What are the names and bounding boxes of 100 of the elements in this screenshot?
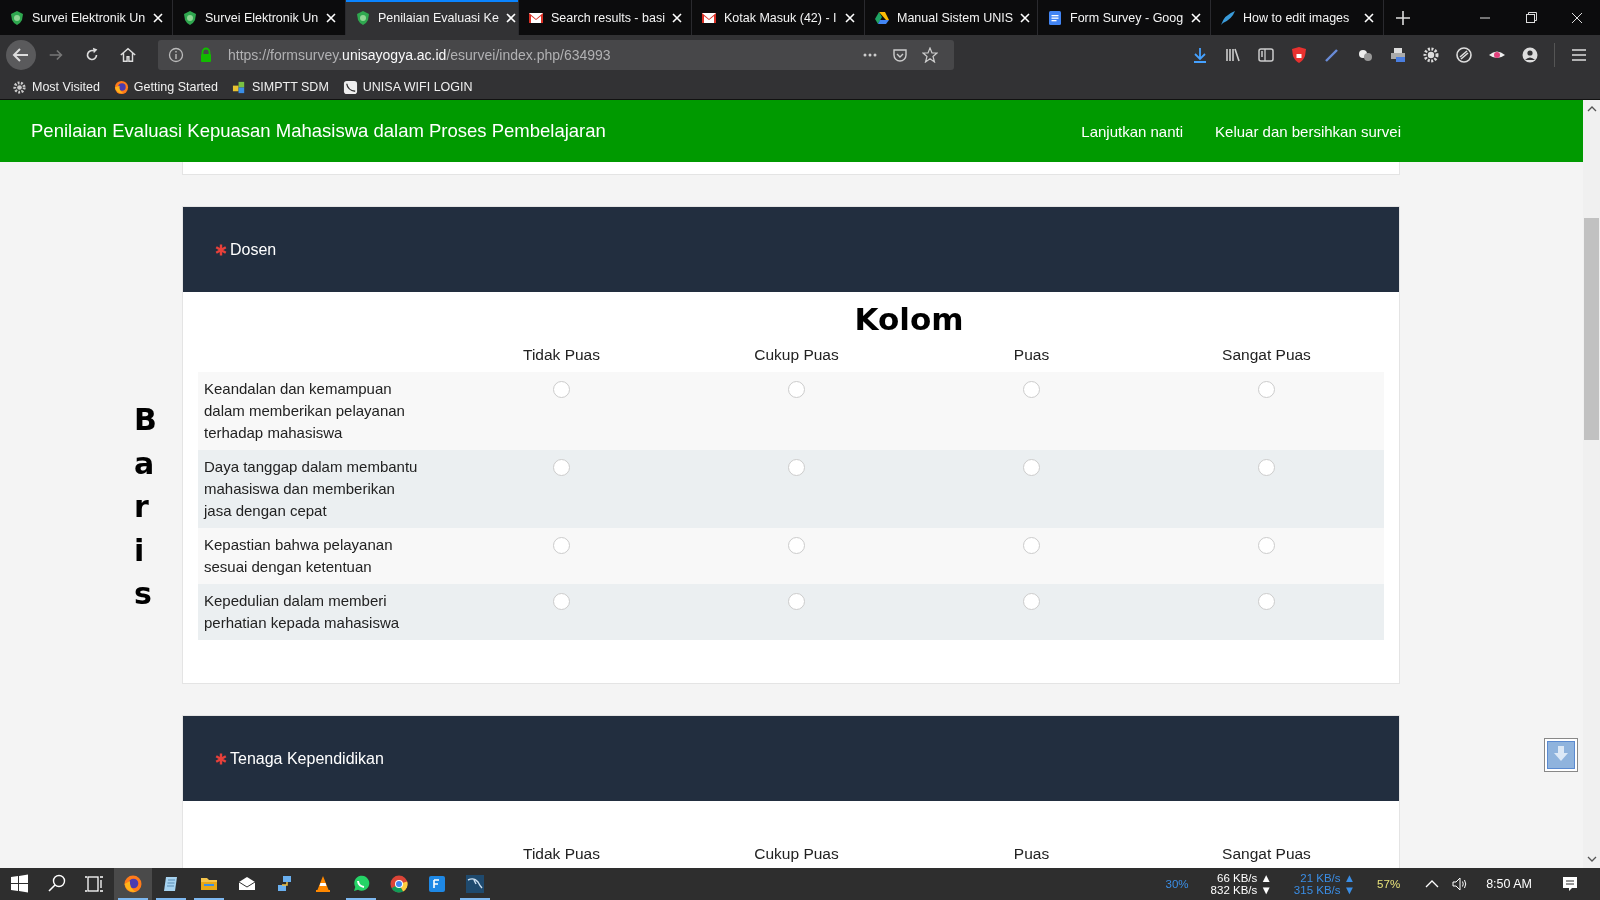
close-icon[interactable] — [153, 12, 163, 23]
close-icon[interactable] — [845, 12, 855, 23]
browser-tab[interactable]: Penilaian Evaluasi Ke — [346, 0, 519, 35]
radio-button[interactable] — [1023, 537, 1040, 554]
question-title: Tenaga Kependidikan — [230, 749, 384, 768]
radio-button[interactable] — [553, 459, 570, 476]
sidebar-icon[interactable] — [1257, 46, 1275, 64]
column-header: Tidak Puas — [522, 346, 601, 364]
puzzle-icon — [231, 79, 247, 95]
gear-icon[interactable] — [1422, 46, 1440, 64]
shield-icon — [355, 9, 371, 26]
header-link[interactable]: Keluar dan bersihkan survei — [1215, 122, 1401, 140]
shield-icon — [182, 9, 198, 26]
info-icon[interactable] — [168, 47, 184, 63]
printer-icon[interactable] — [1389, 46, 1407, 64]
lock-icon — [198, 47, 214, 63]
close-icon[interactable] — [1020, 12, 1030, 23]
close-icon[interactable] — [326, 12, 336, 23]
account-icon[interactable] — [1521, 46, 1539, 64]
radio-button[interactable] — [553, 593, 570, 610]
radio-button[interactable] — [788, 381, 805, 398]
tray-meter: 57% — [1377, 878, 1401, 890]
side-label: Baris — [134, 401, 158, 613]
scrollbar[interactable] — [1583, 100, 1600, 868]
radio-button[interactable] — [1258, 459, 1275, 476]
tray-meter: 21 KB/s ▲ 315 KB/s ▼ — [1293, 872, 1356, 896]
back-button[interactable] — [6, 40, 36, 70]
radio-button[interactable] — [1023, 459, 1040, 476]
tab-title: Manual Sistem UNIS — [897, 10, 1013, 25]
radio-button[interactable] — [1023, 593, 1040, 610]
url-text: https://formsurvey.unisayogya.ac.id/esurvei/index.php/634993 — [228, 47, 611, 63]
tray-meter: 66 KB/s ▲ 832 KB/s ▼ — [1210, 872, 1272, 896]
tab-title: Penilaian Evaluasi Ke — [378, 10, 499, 25]
column-header: Cukup Puas — [753, 346, 840, 364]
close-icon[interactable] — [505, 12, 516, 23]
column-header: Tidak Puas — [522, 845, 601, 863]
traffic-cone-icon — [313, 874, 333, 894]
survey-title: Penilaian Evaluasi Kepuasan Mahasiswa dalam Proses Pembelajaran — [31, 120, 606, 142]
clock[interactable]: 8:50 AM — [1486, 877, 1532, 891]
tray-meter: 30% — [1165, 878, 1189, 890]
radio-button[interactable] — [553, 537, 570, 554]
column-header: Cukup Puas — [753, 845, 840, 863]
tab-title: Survei Elektronik Un — [205, 10, 319, 25]
dolphin-icon — [465, 874, 485, 894]
close-icon[interactable] — [1364, 12, 1374, 23]
question-title: Dosen — [230, 240, 277, 259]
close-icon[interactable] — [1191, 12, 1201, 23]
bookmark[interactable]: SIMPTT SDM — [231, 79, 329, 95]
tab-title: How to edit images — [1243, 10, 1351, 25]
app-tile-icon — [427, 874, 447, 894]
home-icon[interactable] — [119, 46, 137, 64]
new-tab-icon[interactable] — [1396, 10, 1410, 25]
row-label: Daya tanggap dalam membantu mahasiswa dan memberikan jasa dengan cepat — [202, 457, 419, 521]
tab-title: Survei Elektronik Un — [32, 10, 146, 25]
wave-icon — [342, 79, 358, 95]
row-label: Keandalan dan kemampuan dalam memberikan pelayanan terhadap mahasiswa — [203, 379, 406, 443]
row-label: Kepastian bahwa pelayanan sesuai dengan ketentuan — [203, 535, 394, 577]
radio-button[interactable] — [1258, 381, 1275, 398]
column-header: Sangat Puas — [1221, 845, 1312, 863]
menu-icon[interactable] — [1570, 46, 1588, 64]
column-axis-label: Kolom — [854, 301, 964, 337]
scrollbar-thumb[interactable] — [1584, 218, 1599, 440]
column-header: Puas — [1012, 346, 1051, 364]
gear-icon — [12, 79, 27, 95]
pen-icon[interactable] — [1323, 46, 1341, 64]
pocket-icon[interactable] — [892, 47, 908, 63]
column-header: Sangat Puas — [1221, 346, 1312, 364]
scroll-down-icon[interactable] — [1544, 738, 1578, 772]
feather-icon — [1220, 9, 1236, 26]
radio-button[interactable] — [553, 381, 570, 398]
download-icon[interactable] — [1191, 46, 1209, 64]
circle-logo-icon — [389, 874, 409, 894]
close-icon[interactable] — [672, 12, 682, 23]
shield-icon — [9, 9, 25, 26]
bookmark[interactable]: Most Visited — [12, 79, 100, 95]
tab-title: Kotak Masuk (42) - I — [724, 10, 838, 25]
radio-button[interactable] — [788, 459, 805, 476]
radio-button[interactable] — [1258, 537, 1275, 554]
shield-icon[interactable] — [1290, 46, 1308, 64]
library-icon[interactable] — [1224, 46, 1242, 64]
row-label: Kepedulian dalam memberi perhatian kepada mahasiswa — [203, 591, 401, 633]
triangle-icon — [874, 9, 890, 26]
radio-button[interactable] — [788, 537, 805, 554]
notification-icon[interactable] — [1560, 874, 1580, 894]
star-icon[interactable] — [922, 47, 938, 63]
chat-bubble-icon — [351, 874, 371, 894]
globe-icon — [123, 874, 143, 894]
header-link[interactable]: Lanjutkan nanti — [1081, 122, 1184, 140]
bookmark[interactable]: Getting Started — [113, 79, 218, 95]
sync-icon[interactable] — [1455, 46, 1473, 64]
bookmark[interactable]: UNISA WIFI LOGIN — [342, 79, 473, 95]
document-icon — [1047, 9, 1063, 26]
radio-button[interactable] — [1258, 593, 1275, 610]
address-bar[interactable]: https://formsurvey.unisayogya.ac.id/esurvei/index.php/634993 — [158, 40, 954, 70]
tab-title: Search results - basi — [551, 10, 665, 25]
globe-icon — [113, 79, 129, 95]
tab-title: Form Survey - Goog — [1070, 10, 1184, 25]
column-header: Puas — [1012, 845, 1051, 863]
radio-button[interactable] — [1023, 381, 1040, 398]
radio-button[interactable] — [788, 593, 805, 610]
